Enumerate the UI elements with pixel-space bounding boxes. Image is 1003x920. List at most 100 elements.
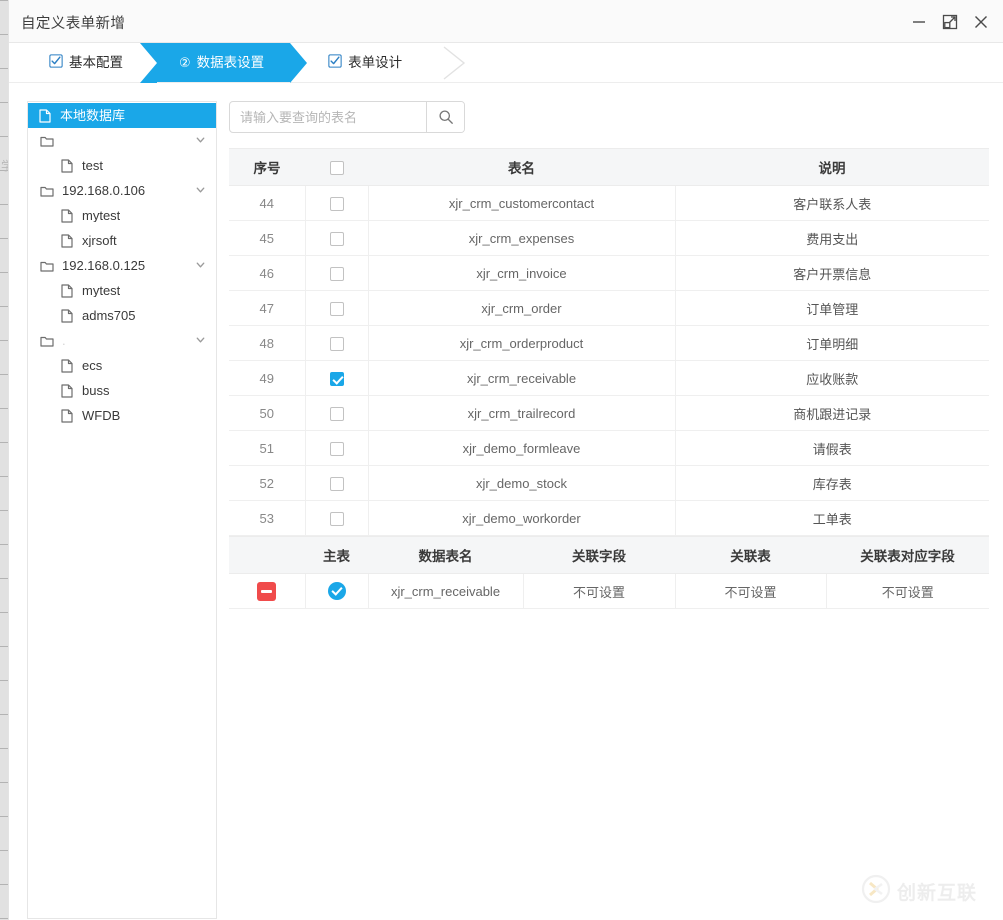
tree-node-unnamed-1[interactable] xyxy=(28,128,216,153)
row-checkbox[interactable] xyxy=(329,476,344,491)
table-row[interactable]: 48 xjr_crm_orderproduct 订单明细 xyxy=(229,325,989,361)
search-input[interactable] xyxy=(230,102,426,132)
cell-seq: 44 xyxy=(229,185,305,221)
cell-select xyxy=(304,465,368,501)
cell-select xyxy=(304,255,368,291)
table-row[interactable]: 49 xjr_crm_receivable 应收账款 xyxy=(229,360,989,396)
row-checkbox[interactable] xyxy=(329,336,344,351)
row-checkbox[interactable] xyxy=(329,371,344,386)
watermark-text: 创新互联 xyxy=(896,883,977,904)
tree-node-label: test xyxy=(82,159,103,172)
table-row[interactable]: 50 xjr_crm_trailrecord 商机跟进记录 xyxy=(229,395,989,431)
main-content: 序号 表名 说明 44 xjr_crm_customercontact客户联系人表… xyxy=(229,101,989,919)
cell-relation-field[interactable]: 不可设置 xyxy=(522,573,675,609)
search-icon[interactable] xyxy=(426,102,464,132)
row-checkbox[interactable] xyxy=(329,511,344,526)
chevron-down-icon[interactable] xyxy=(195,133,206,148)
folder-icon xyxy=(38,135,56,147)
cell-description: 库存表 xyxy=(674,465,989,501)
cell-relation-target-field[interactable]: 不可设置 xyxy=(825,573,989,609)
step-basic-config[interactable]: 基本配置 xyxy=(31,43,149,82)
check-circle-icon[interactable] xyxy=(327,582,346,600)
cell-description: 客户联系人表 xyxy=(674,185,989,221)
cell-select xyxy=(304,290,368,326)
step-datatable-settings[interactable]: ② 数据表设置 xyxy=(139,43,308,83)
table-row[interactable]: 47 xjr_crm_order 订单管理 xyxy=(229,290,989,326)
file-icon xyxy=(58,208,76,223)
file-icon xyxy=(58,158,76,173)
table-row[interactable]: 44 xjr_crm_customercontact 客户联系人表 xyxy=(229,185,989,221)
cell-select xyxy=(304,360,368,396)
tree-node-label: mytest xyxy=(82,284,121,297)
cell-table-name: xjr_crm_orderproduct xyxy=(367,325,675,361)
tree-node--[interactable]: . xyxy=(28,328,216,353)
cell-relation-table[interactable]: 不可设置 xyxy=(674,573,826,609)
table-row[interactable]: 46 xjr_crm_invoice 客户开票信息 xyxy=(229,255,989,291)
cell-description: 订单管理 xyxy=(674,290,989,326)
file-icon xyxy=(58,383,76,398)
tree-node-xjrsoft[interactable]: xjrsoft xyxy=(28,228,216,253)
minus-button-icon[interactable] xyxy=(257,581,277,601)
chevron-down-icon[interactable] xyxy=(195,183,206,198)
col-data-table-name: 数据表名 xyxy=(368,536,523,574)
row-checkbox[interactable] xyxy=(329,301,344,316)
cell-table-name: xjr_demo_formleave xyxy=(367,430,675,466)
cell-select xyxy=(304,220,368,256)
tree-node-label: 192.168.0.125 xyxy=(62,259,146,272)
relation-grid-header-row: 主表 数据表名 关联字段 关联表 关联表对应字段 xyxy=(229,536,989,574)
file-icon xyxy=(58,283,76,298)
tree-node-mytest[interactable]: mytest xyxy=(28,278,216,303)
table-row[interactable]: 52 xjr_demo_stock 库存表 xyxy=(229,465,989,501)
maximize-icon[interactable] xyxy=(938,10,962,34)
tree-node-mytest[interactable]: mytest xyxy=(28,203,216,228)
tree-node-WFDB[interactable]: WFDB xyxy=(28,403,216,428)
row-checkbox[interactable] xyxy=(329,441,344,456)
file-icon xyxy=(36,108,54,123)
chevron-down-icon[interactable] xyxy=(195,333,206,348)
row-checkbox[interactable] xyxy=(329,231,344,246)
tree-node-192-168-0-125[interactable]: 192.168.0.125 xyxy=(28,253,216,278)
step-form-design[interactable]: 表单设计 xyxy=(310,43,428,82)
step-label: 基本配置 xyxy=(69,54,123,70)
file-icon xyxy=(58,358,76,373)
step-indicator: 基本配置 ② 数据表设置 表单设计 xyxy=(9,43,1003,83)
cell-table-name: xjr_crm_receivable xyxy=(367,360,675,396)
row-checkbox[interactable] xyxy=(329,196,344,211)
table-row[interactable]: 45 xjr_crm_expenses 费用支出 xyxy=(229,220,989,256)
row-checkbox[interactable] xyxy=(329,266,344,281)
cell-table-name: xjr_demo_workorder xyxy=(367,500,675,536)
table-row[interactable]: 53 xjr_demo_workorder 工单表 xyxy=(229,500,989,536)
chevron-down-icon[interactable] xyxy=(195,258,206,273)
relation-grid: 主表 数据表名 关联字段 关联表 关联表对应字段 xjr_crm_receiva… xyxy=(229,536,989,609)
tree-node-test[interactable]: test xyxy=(28,153,216,178)
step-number: ② xyxy=(179,55,191,70)
col-action xyxy=(229,536,305,574)
relation-row[interactable]: xjr_crm_receivable 不可设置 不可设置 不可设置 xyxy=(229,573,989,609)
cell-table-name: xjr_demo_stock xyxy=(367,465,675,501)
close-icon[interactable] xyxy=(969,10,993,34)
tree-node-ecs[interactable]: ecs xyxy=(28,353,216,378)
window-title: 自定义表单新增 xyxy=(21,16,126,32)
col-table-name: 表名 xyxy=(368,148,675,186)
cell-seq: 46 xyxy=(229,255,305,291)
col-description: 说明 xyxy=(675,148,989,186)
tables-grid-header-row: 序号 表名 说明 xyxy=(229,148,989,186)
cell-table-name: xjr_crm_customercontact xyxy=(367,185,675,221)
cell-seq: 49 xyxy=(229,360,305,396)
folder-icon xyxy=(38,335,56,347)
folder-icon xyxy=(38,185,56,197)
tree-node-label: WFDB xyxy=(82,409,121,422)
select-all-checkbox[interactable] xyxy=(329,160,344,175)
tree-node-192-168-0-106[interactable]: 192.168.0.106 xyxy=(28,178,216,203)
table-row[interactable]: 51 xjr_demo_formleave 请假表 xyxy=(229,430,989,466)
tree-node-buss[interactable]: buss xyxy=(28,378,216,403)
minimize-icon[interactable] xyxy=(907,10,931,34)
tree-node-label: xjrsoft xyxy=(82,234,117,247)
tree-node-adms705[interactable]: adms705 xyxy=(28,303,216,328)
tree-node-本地数据库[interactable]: 本地数据库 xyxy=(28,103,216,128)
tree-node-label: mytest xyxy=(82,209,121,222)
row-checkbox[interactable] xyxy=(329,406,344,421)
tables-grid: 序号 表名 说明 44 xjr_crm_customercontact 客户联系人表… xyxy=(229,148,989,536)
chevron-right-icon xyxy=(442,43,476,82)
cell-description: 商机跟进记录 xyxy=(674,395,989,431)
